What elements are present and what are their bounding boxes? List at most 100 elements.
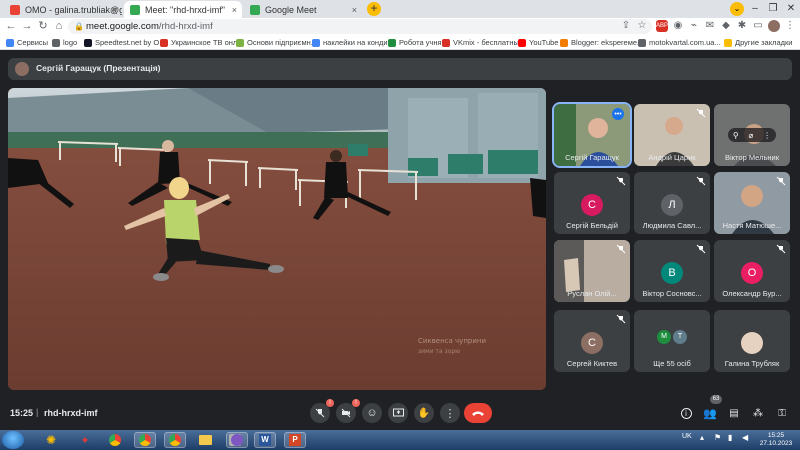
participant-tile[interactable]: Руслан Олій...	[554, 240, 630, 302]
taskbar-app[interactable]: W	[254, 432, 276, 448]
people-button[interactable]: 👥	[702, 405, 718, 421]
taskbar-app[interactable]	[164, 432, 186, 448]
avatar: В	[661, 262, 683, 284]
participant-tile-self[interactable]: Галина Трубляк	[714, 310, 790, 372]
home-icon[interactable]: ⌂	[52, 19, 66, 33]
taskbar-app[interactable]: ✦	[74, 432, 96, 448]
extensions-puzzle-icon[interactable]: ✱	[736, 20, 748, 32]
bookmark-star-icon[interactable]: ☆	[636, 20, 648, 32]
activities-button[interactable]: ⁂	[750, 405, 766, 421]
reload-icon[interactable]: ↻	[36, 19, 50, 33]
app-icon: ✦	[80, 434, 90, 447]
avatar: С	[581, 194, 603, 216]
bookmark-item[interactable]: YouTube	[518, 36, 558, 49]
start-button[interactable]	[2, 431, 24, 449]
reactions-button[interactable]: ☺	[362, 403, 382, 423]
tab-google-meet[interactable]: Google Meet ×	[244, 1, 362, 18]
tab-gmail[interactable]: ОМО - galina.trubliak@gmail.com ×	[4, 1, 122, 18]
close-tab-icon[interactable]: ×	[112, 5, 117, 15]
flag-icon[interactable]: ⚑	[714, 433, 721, 442]
new-tab-button[interactable]: +	[367, 2, 381, 16]
window-close-button[interactable]: ✕	[782, 0, 800, 17]
bookmark-item[interactable]: Blogger: eksperеме...	[560, 36, 643, 49]
bookmark-item[interactable]: VKmix - бесплатны...	[442, 36, 525, 49]
network-icon[interactable]: ▮	[728, 433, 732, 442]
tab-title: ОМО - galina.trubliak@gmail.com	[25, 4, 122, 15]
camera-button[interactable]: !	[336, 399, 360, 423]
stadium-scene-image: Сиквенса чуприни зими та зорю	[8, 88, 546, 390]
participant-tile[interactable]: В Віктор Сосновс...	[634, 240, 710, 302]
more-options-button[interactable]: ⋮	[440, 403, 460, 423]
bookmark-label: Blogger: eksperеме...	[571, 38, 644, 47]
participant-tile[interactable]: ⚲ ⌀ ⋮ Віктор Мельник	[714, 104, 790, 166]
back-arrow-icon[interactable]: ←	[4, 19, 18, 33]
chat-button[interactable]: ▤	[726, 405, 742, 421]
bookmark-item[interactable]: Другие закладки	[724, 36, 792, 49]
participant-count-badge: 63	[710, 395, 722, 404]
sidepanel-icon[interactable]: ▭	[752, 20, 764, 32]
bookmark-item[interactable]: Основи підприємн...	[236, 36, 317, 49]
participant-tile[interactable]: О Олександр Бур...	[714, 240, 790, 302]
bookmark-item[interactable]: Speedtest.net by O...	[84, 36, 165, 49]
bookmark-item[interactable]: наклейки на конди...	[312, 36, 394, 49]
tab-meet-active[interactable]: Meet: "rhd-hrxd-imf" ×	[124, 1, 242, 18]
participant-tile[interactable]: Андрій Царик	[634, 104, 710, 166]
minimize-button[interactable]: –	[746, 0, 764, 17]
participant-tile[interactable]: ••• Сергій Гаращук	[552, 102, 632, 168]
participant-tile[interactable]: Л Людмила Савл...	[634, 172, 710, 234]
participant-tile[interactable]: С Сергій Бельдій	[554, 172, 630, 234]
extension-icon[interactable]: ◉	[672, 20, 684, 32]
taskbar-app[interactable]	[104, 432, 126, 448]
maximize-button[interactable]: ❐	[764, 0, 782, 17]
mic-off-icon[interactable]: ⌀	[749, 131, 754, 140]
bookmark-item[interactable]: Сервисы	[6, 36, 48, 49]
present-screen-button[interactable]	[388, 403, 408, 423]
forward-arrow-icon[interactable]: →	[20, 19, 34, 33]
participant-name: Настя Матюше...	[722, 221, 782, 230]
share-icon[interactable]: ⇪	[620, 20, 632, 32]
raise-hand-button[interactable]: ✋	[414, 403, 434, 423]
pin-icon[interactable]: ⚲	[733, 131, 739, 140]
bookmark-item[interactable]: Украинское ТВ онл...	[160, 36, 244, 49]
more-participants-tile[interactable]: М Т Ще 55 осіб	[634, 310, 710, 372]
address-bar[interactable]: 🔒 meet.google.com/rhd-hrxd-imf	[68, 19, 652, 34]
language-indicator[interactable]: UK	[682, 433, 692, 440]
taskbar-app[interactable]	[194, 432, 216, 448]
volume-icon[interactable]: ◀	[742, 433, 748, 442]
system-clock[interactable]: 15:25 27.10.2023	[756, 432, 796, 448]
bookmarks-bar: Сервисы logo Speedtest.net by O... Украи…	[0, 35, 800, 50]
more-options-icon[interactable]: ⋮	[763, 131, 771, 140]
extension-icon[interactable]: ⌁	[688, 20, 700, 32]
mic-off-icon	[776, 176, 786, 186]
menu-kebab-icon[interactable]: ⋮	[784, 20, 796, 32]
close-tab-icon[interactable]: ×	[352, 5, 357, 15]
bookmark-item[interactable]: logo	[52, 36, 77, 49]
taskbar-app[interactable]	[134, 432, 156, 448]
taskbar-app[interactable]: P	[284, 432, 306, 448]
extension-icon[interactable]: ◆	[720, 20, 732, 32]
adblock-extension-icon[interactable]: ABP	[656, 20, 668, 32]
close-tab-icon[interactable]: ×	[232, 5, 237, 15]
taskbar-app[interactable]: ✺	[40, 432, 62, 448]
participant-name: Руслан Олій...	[567, 289, 617, 298]
meeting-info-button[interactable]: i	[678, 405, 694, 421]
meeting-time: 15:25	[10, 408, 34, 418]
url-path: /rhd-hrxd-imf	[158, 21, 213, 32]
mic-off-icon	[616, 244, 626, 254]
tray-arrow-icon[interactable]: ▴	[700, 433, 704, 442]
microphone-button[interactable]: !	[310, 399, 334, 423]
extension-icon[interactable]: ✉	[704, 20, 716, 32]
participant-tile[interactable]: Настя Матюше...	[714, 172, 790, 234]
presentation-video[interactable]: Сиквенса чуприни зими та зорю	[8, 88, 546, 390]
mic-off-icon	[315, 408, 325, 418]
leave-call-button[interactable]	[464, 403, 492, 423]
participant-tile[interactable]: С Сергей Киктев	[554, 310, 630, 372]
bookmark-item[interactable]: motokvartal.com.ua...	[638, 36, 721, 49]
profile-avatar[interactable]	[768, 20, 780, 32]
tab-search-button[interactable]: ⌄	[730, 2, 744, 16]
tile-hover-controls[interactable]: ⚲ ⌀ ⋮	[728, 128, 776, 142]
host-controls-button[interactable]: ⚿	[774, 405, 790, 421]
bookmark-item[interactable]: Робота учня	[388, 36, 442, 49]
camera-off-icon	[341, 408, 351, 418]
taskbar-app[interactable]	[226, 432, 248, 448]
